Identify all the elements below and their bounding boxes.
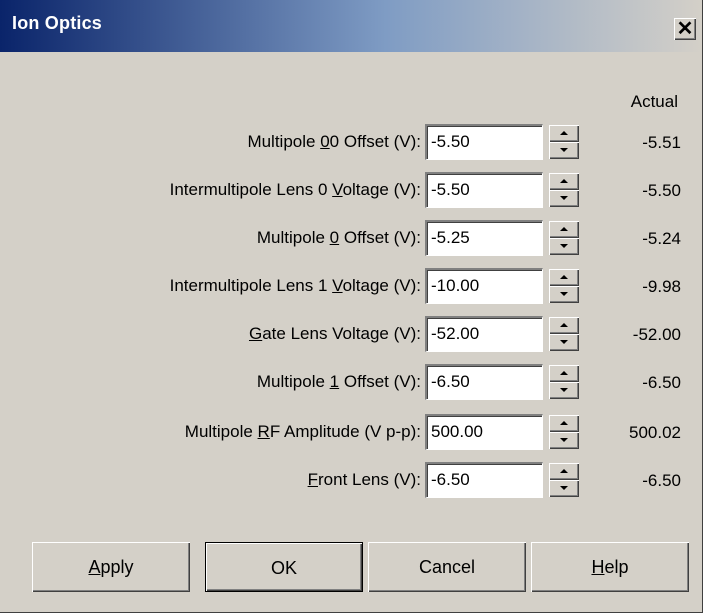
intermultipole-lens-0-voltage-input[interactable]: -5.50 bbox=[425, 172, 543, 208]
row-multipole-rf-amplitude: Multipole RF Amplitude (V p-p): 500.00 5… bbox=[0, 414, 703, 450]
field-label: Multipole 0 Offset (V): bbox=[256, 228, 421, 247]
row-intermultipole-lens-1-voltage: Intermultipole Lens 1 Voltage (V): -10.0… bbox=[0, 268, 703, 304]
arrow-down-icon bbox=[560, 486, 568, 490]
spin-up-button[interactable] bbox=[549, 221, 579, 238]
arrow-up-icon bbox=[560, 131, 568, 135]
spin-button[interactable] bbox=[549, 317, 579, 351]
front-lens-input[interactable]: -6.50 bbox=[425, 462, 543, 498]
row-intermultipole-lens-0-voltage: Intermultipole Lens 0 Voltage (V): -5.50… bbox=[0, 172, 703, 208]
spin-button[interactable] bbox=[549, 221, 579, 255]
intermultipole-lens-1-voltage-input[interactable]: -10.00 bbox=[425, 268, 543, 304]
spin-up-button[interactable] bbox=[549, 415, 579, 432]
field-label: Front Lens (V): bbox=[307, 470, 421, 489]
spin-up-button[interactable] bbox=[549, 269, 579, 286]
spin-up-button[interactable] bbox=[549, 173, 579, 190]
spin-up-button[interactable] bbox=[549, 317, 579, 334]
field-label: Multipole 00 Offset (V): bbox=[247, 132, 421, 151]
spin-button[interactable] bbox=[549, 125, 579, 159]
spin-down-button[interactable] bbox=[549, 238, 579, 255]
field-label: Intermultipole Lens 0 Voltage (V): bbox=[169, 180, 421, 199]
multipole-1-offset-input[interactable]: -6.50 bbox=[425, 364, 543, 400]
spin-down-button[interactable] bbox=[549, 334, 579, 351]
arrow-down-icon bbox=[560, 292, 568, 296]
row-multipole-0-offset: Multipole 0 Offset (V): -5.25 -5.24 bbox=[0, 220, 703, 256]
gate-lens-voltage-input[interactable]: -52.00 bbox=[425, 316, 543, 352]
multipole-0-offset-input[interactable]: -5.25 bbox=[425, 220, 543, 256]
arrow-down-icon bbox=[560, 148, 568, 152]
actual-value: -6.50 bbox=[642, 373, 681, 392]
actual-value: -6.50 bbox=[642, 471, 681, 490]
field-label: Multipole 1 Offset (V): bbox=[256, 372, 421, 391]
window-title: Ion Optics bbox=[12, 13, 103, 33]
spin-button[interactable] bbox=[549, 173, 579, 207]
arrow-up-icon bbox=[560, 469, 568, 473]
arrow-up-icon bbox=[560, 275, 568, 279]
cancel-button[interactable]: Cancel bbox=[368, 542, 526, 592]
apply-button[interactable]: Apply bbox=[32, 542, 190, 592]
row-multipole-1-offset: Multipole 1 Offset (V): -6.50 -6.50 bbox=[0, 364, 703, 400]
spin-down-button[interactable] bbox=[549, 432, 579, 449]
spin-down-button[interactable] bbox=[549, 286, 579, 303]
spin-up-button[interactable] bbox=[549, 365, 579, 382]
ok-button[interactable]: OK bbox=[205, 542, 363, 592]
actual-value: -5.51 bbox=[642, 133, 681, 152]
field-label: Multipole RF Amplitude (V p-p): bbox=[184, 422, 421, 441]
actual-value: -9.98 bbox=[642, 277, 681, 296]
arrow-up-icon bbox=[560, 323, 568, 327]
arrow-up-icon bbox=[560, 179, 568, 183]
close-icon[interactable]: ✕ bbox=[674, 18, 696, 40]
arrow-down-icon bbox=[560, 244, 568, 248]
row-gate-lens-voltage: Gate Lens Voltage (V): -52.00 -52.00 bbox=[0, 316, 703, 352]
field-label: Intermultipole Lens 1 Voltage (V): bbox=[169, 276, 421, 295]
row-multipole-00-offset: Multipole 00 Offset (V): -5.50 -5.51 bbox=[0, 124, 703, 160]
spin-button[interactable] bbox=[549, 463, 579, 497]
actual-value: 500.02 bbox=[629, 423, 681, 442]
actual-value: -5.24 bbox=[642, 229, 681, 248]
spin-up-button[interactable] bbox=[549, 125, 579, 142]
title-bar: Ion Optics ✕ bbox=[0, 0, 702, 52]
help-button[interactable]: Help bbox=[531, 542, 689, 592]
spin-down-button[interactable] bbox=[549, 190, 579, 207]
field-label: Gate Lens Voltage (V): bbox=[248, 324, 421, 343]
spin-down-button[interactable] bbox=[549, 142, 579, 159]
spin-up-button[interactable] bbox=[549, 463, 579, 480]
actual-value: -52.00 bbox=[632, 325, 681, 344]
spin-button[interactable] bbox=[549, 365, 579, 399]
arrow-up-icon bbox=[560, 371, 568, 375]
arrow-down-icon bbox=[560, 196, 568, 200]
arrow-up-icon bbox=[560, 421, 568, 425]
arrow-down-icon bbox=[560, 388, 568, 392]
actual-column-header: Actual bbox=[630, 92, 678, 111]
ion-optics-dialog: Ion Optics ✕ Actual Multipole 00 Offset … bbox=[0, 0, 703, 613]
multipole-rf-amplitude-input[interactable]: 500.00 bbox=[425, 414, 543, 450]
row-front-lens: Front Lens (V): -6.50 -6.50 bbox=[0, 462, 703, 498]
multipole-00-offset-input[interactable]: -5.50 bbox=[425, 124, 543, 160]
arrow-up-icon bbox=[560, 227, 568, 231]
arrow-down-icon bbox=[560, 340, 568, 344]
actual-value: -5.50 bbox=[642, 181, 681, 200]
arrow-down-icon bbox=[560, 438, 568, 442]
spin-down-button[interactable] bbox=[549, 480, 579, 497]
spin-button[interactable] bbox=[549, 269, 579, 303]
spin-down-button[interactable] bbox=[549, 382, 579, 399]
spin-button[interactable] bbox=[549, 415, 579, 449]
